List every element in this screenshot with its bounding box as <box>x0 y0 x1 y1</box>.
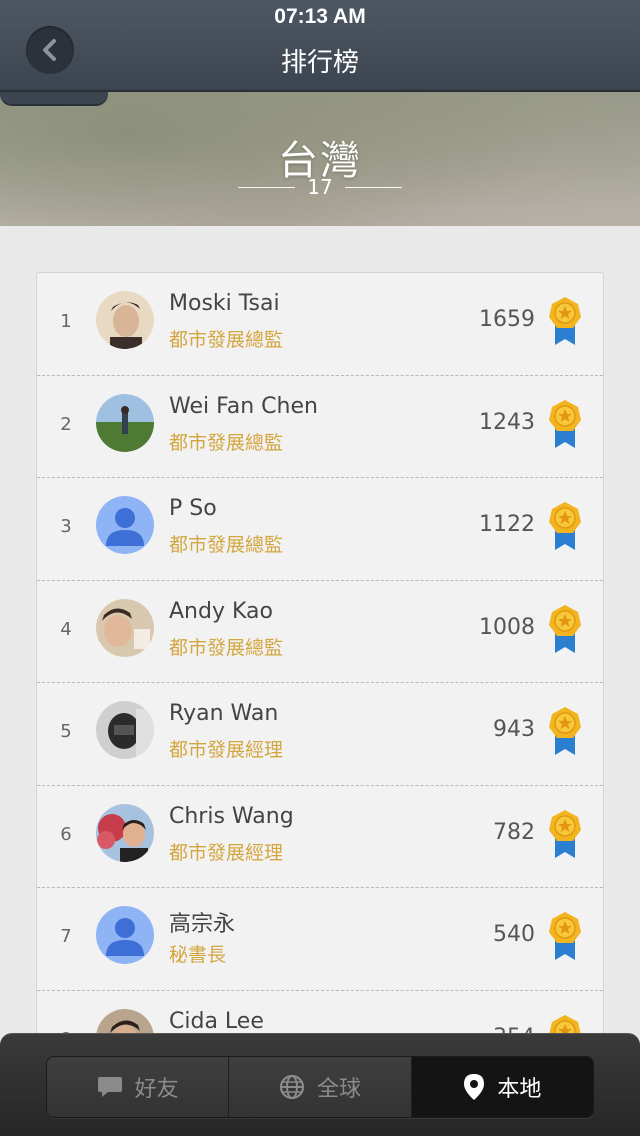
player-score: 1243 <box>479 409 535 435</box>
rank-number: 6 <box>60 823 72 845</box>
navbar: 07:13 AM 排行榜 <box>0 0 640 92</box>
leaderboard-row[interactable]: 4 Andy Kao 都市發展總監 1008 <box>37 581 603 683</box>
leaderboard-row[interactable]: 1 Moski Tsai 都市發展總監 1659 <box>37 273 603 376</box>
player-name: Cida Lee <box>169 1008 264 1034</box>
medal-icon <box>549 399 581 448</box>
divider-left <box>238 186 296 188</box>
player-name: Chris Wang <box>169 803 294 829</box>
player-title: 都市發展總監 <box>169 329 284 351</box>
player-score: 1122 <box>479 512 535 537</box>
region-count-group: 17 <box>238 175 403 199</box>
avatar <box>96 598 154 657</box>
medal-icon <box>549 604 581 653</box>
player-title: 秘書長 <box>169 944 227 966</box>
tab-friends[interactable]: 好友 <box>47 1057 230 1117</box>
chat-bubble-icon <box>97 1077 122 1097</box>
medal-icon <box>549 502 581 550</box>
default-avatar-icon <box>96 906 154 964</box>
divider-right <box>344 186 403 188</box>
medal-icon <box>549 707 581 755</box>
globe-icon <box>279 1074 305 1100</box>
page-title: 排行榜 <box>280 48 359 78</box>
leaderboard-row[interactable]: 7 高宗永 秘書長 540 <box>37 888 603 991</box>
medal-icon <box>549 809 581 858</box>
leaderboard-list[interactable]: 1 Moski Tsai 都市發展總監 1659 2 Wei Fan Chen … <box>36 272 604 1052</box>
player-title: 都市發展經理 <box>169 739 284 761</box>
leaderboard-row[interactable]: 3 P So 都市發展總監 1122 <box>37 478 603 581</box>
player-score: 540 <box>493 922 535 947</box>
rank-number: 5 <box>60 721 72 742</box>
tab-global[interactable]: 全球 <box>229 1057 412 1117</box>
player-name: P So <box>169 496 217 521</box>
tab-label: 本地 <box>497 1077 542 1102</box>
player-score: 1659 <box>479 307 535 332</box>
player-score: 1008 <box>479 614 535 640</box>
player-title: 都市發展經理 <box>169 841 284 864</box>
tab-local[interactable]: 本地 <box>411 1057 593 1117</box>
player-name: Wei Fan Chen <box>169 393 318 419</box>
rank-number: 1 <box>60 311 72 332</box>
rank-number: 7 <box>60 926 72 947</box>
rank-number: 3 <box>60 516 72 537</box>
player-name: Ryan Wan <box>169 701 279 726</box>
player-name: Andy Kao <box>169 598 273 624</box>
player-name: 高宗永 <box>169 912 236 937</box>
player-score: 943 <box>493 717 535 742</box>
avatar <box>96 291 154 349</box>
tab-label: 好友 <box>134 1077 179 1102</box>
leaderboard-row[interactable]: 5 Ryan Wan 都市發展經理 943 <box>37 683 603 786</box>
medal-icon <box>549 912 581 960</box>
player-title: 都市發展總監 <box>169 636 284 659</box>
leaderboard-row[interactable]: 6 Chris Wang 都市發展經理 782 <box>37 786 603 888</box>
rank-number: 4 <box>60 618 72 640</box>
tab-label: 全球 <box>316 1077 361 1102</box>
bottom-tab-bar: 好友 全球 本地 <box>0 1033 640 1136</box>
navbar-tab-decoration <box>0 90 108 106</box>
player-title: 都市發展總監 <box>169 534 284 556</box>
leaderboard-row[interactable]: 2 Wei Fan Chen 都市發展總監 1243 <box>37 376 603 478</box>
player-score: 782 <box>493 819 535 845</box>
segmented-tabs: 好友 全球 本地 <box>46 1056 594 1118</box>
avatar <box>96 393 154 452</box>
avatar <box>96 701 154 759</box>
status-time: 07:13 AM <box>274 5 366 28</box>
location-pin-icon <box>464 1074 485 1100</box>
region-player-count: 17 <box>307 175 333 199</box>
rank-number: 2 <box>60 413 72 435</box>
medal-icon <box>549 297 581 345</box>
player-name: Moski Tsai <box>169 291 280 316</box>
player-title: 都市發展總監 <box>169 431 284 454</box>
default-avatar-icon <box>96 496 154 554</box>
avatar <box>96 803 154 862</box>
